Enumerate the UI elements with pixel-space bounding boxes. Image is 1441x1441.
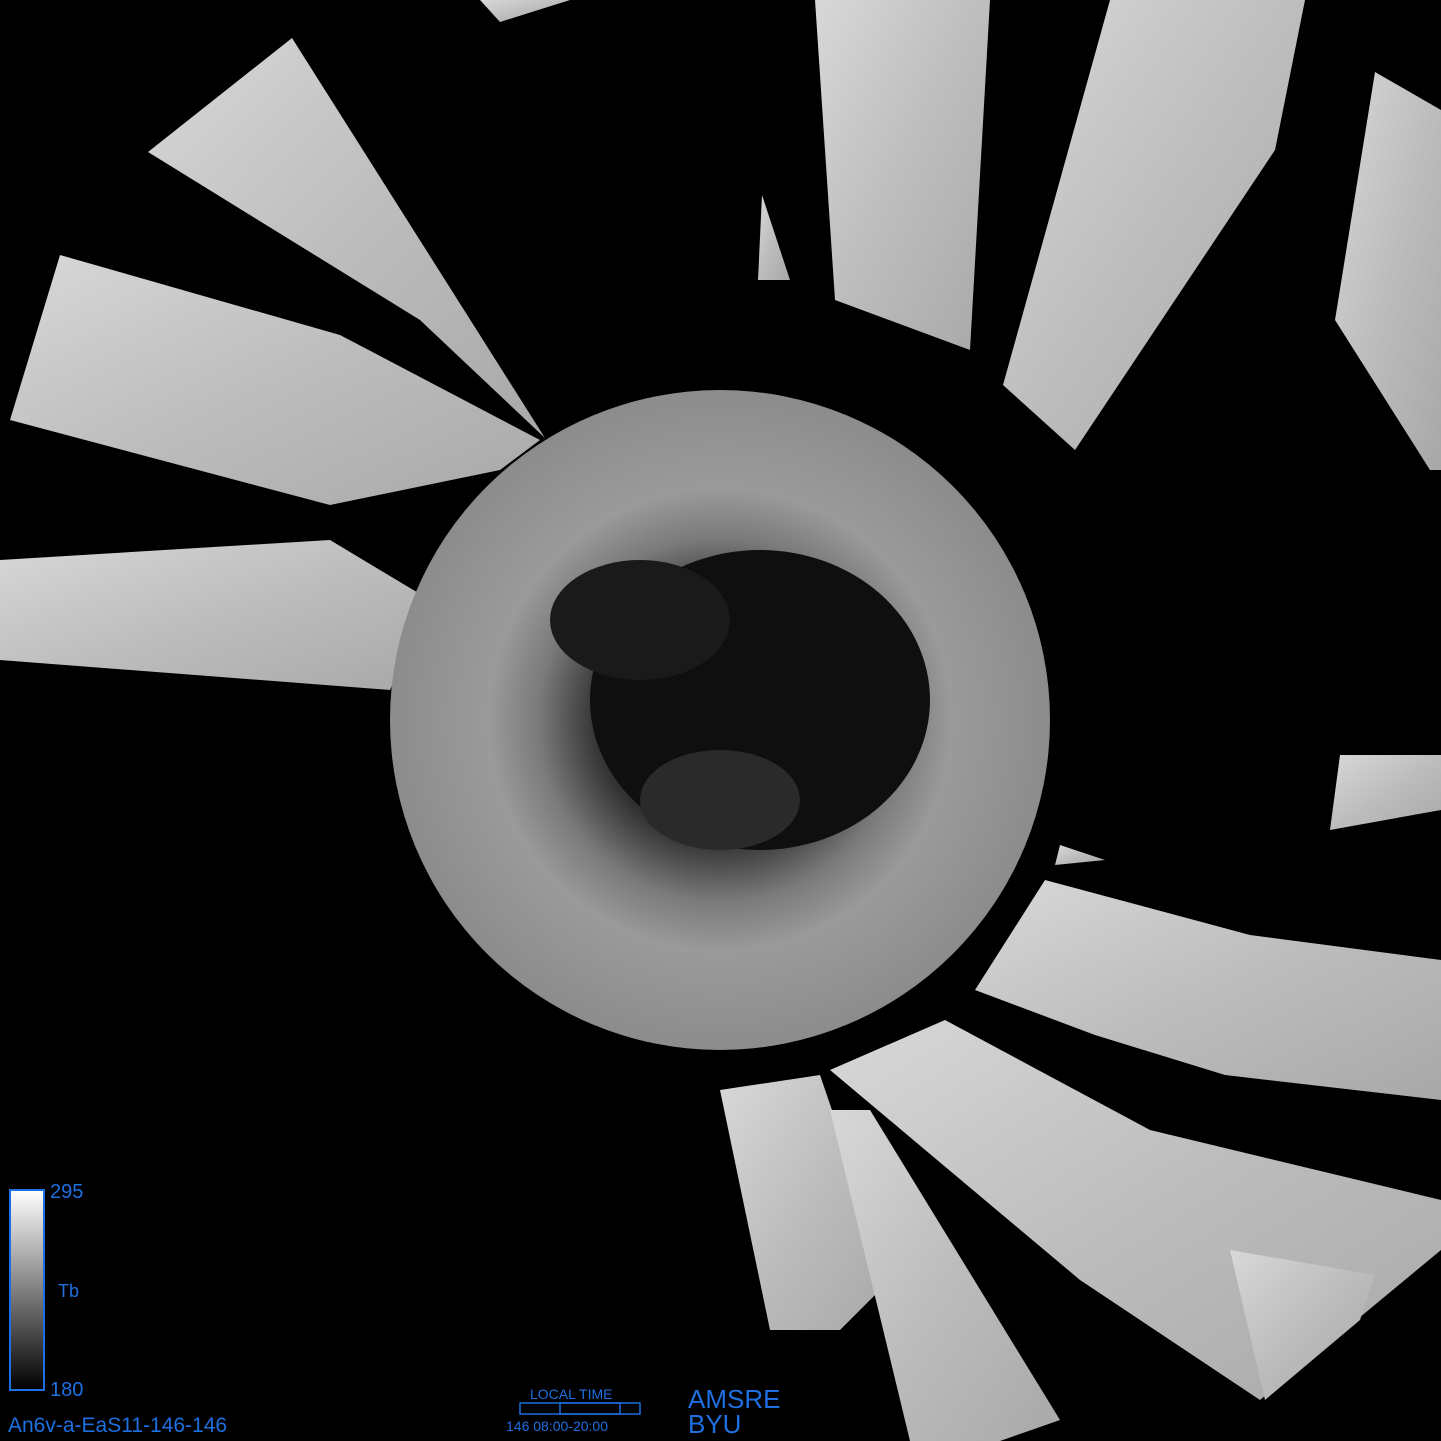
- swath-segment: [1335, 72, 1441, 470]
- local-time-range: 146 08:00-20:00: [506, 1418, 608, 1434]
- local-time-window: [559, 1402, 621, 1415]
- local-time-indicator: LOCAL TIME 146 08:00-20:00: [506, 1386, 641, 1434]
- swath-segment: [0, 540, 430, 690]
- colorbar-gradient: [9, 1189, 45, 1391]
- swath-segment: [1055, 845, 1105, 865]
- swath-segment: [1003, 0, 1305, 450]
- swath-segment: [975, 880, 1441, 1100]
- image-id-label: An6v-a-EaS11-146-146: [8, 1414, 227, 1437]
- polar-disc: [390, 390, 1050, 1050]
- swath-segment: [815, 0, 990, 350]
- colorbar-min-label: 180: [50, 1379, 83, 1401]
- swath-segment: [480, 0, 570, 22]
- swath-segment: [758, 195, 790, 280]
- colorbar-unit-label: Tb: [58, 1281, 79, 1301]
- local-time-bar: [519, 1402, 641, 1415]
- colorbar-max-label: 295: [50, 1181, 83, 1203]
- institution-label: BYU: [688, 1409, 741, 1439]
- local-time-title: LOCAL TIME: [530, 1386, 612, 1402]
- swath-segment: [10, 255, 540, 505]
- brightness-temperature-map: 295 Tb 180 An6v-a-EaS11-146-146 LOCAL TI…: [0, 0, 1441, 1441]
- swath-segment: [1330, 755, 1441, 830]
- tb-colorbar: 295 Tb 180: [9, 1181, 83, 1401]
